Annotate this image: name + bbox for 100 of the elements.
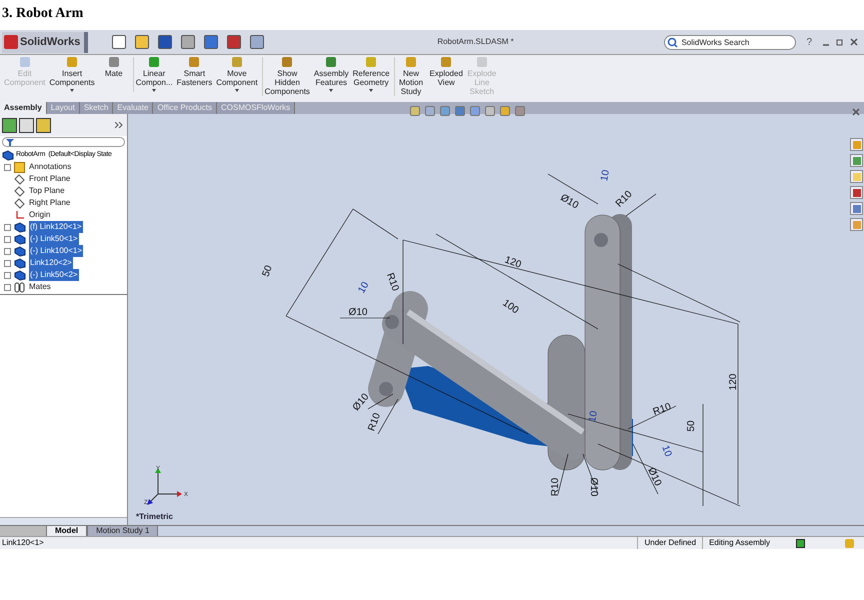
tool-icon: [366, 57, 376, 67]
dimension-label[interactable]: Ø10: [588, 478, 599, 496]
tree-item[interactable]: Top Plane: [28, 185, 66, 197]
command-button[interactable]: Reference Geometry: [350, 57, 392, 92]
expand-panel-icon[interactable]: [115, 122, 123, 128]
dimension-label[interactable]: Ø10: [558, 192, 580, 212]
dimension-label[interactable]: Ø10: [348, 307, 368, 318]
tree-item[interactable]: (-) Link50<1>: [29, 233, 79, 245]
horizontal-scrollbar[interactable]: [0, 517, 127, 525]
plane-icon: [14, 186, 25, 196]
dimension-label[interactable]: 100: [500, 298, 520, 316]
caret-icon: [152, 89, 156, 92]
dimension-label[interactable]: 120: [503, 254, 523, 271]
tool-icon: [189, 57, 200, 67]
command-button[interactable]: Smart Fasteners: [174, 57, 214, 87]
expand-icon[interactable]: [4, 236, 11, 242]
tool-icon: [441, 57, 452, 67]
plane-icon: [14, 174, 25, 184]
search-field[interactable]: SolidWorks Search: [664, 34, 796, 50]
expand-icon[interactable]: [4, 224, 11, 230]
command-button[interactable]: Assembly Features: [312, 57, 351, 92]
command-button[interactable]: Move Component: [214, 57, 260, 92]
tree-item[interactable]: Front Plane: [28, 173, 72, 185]
close-icon[interactable]: [852, 108, 860, 116]
caret-icon: [70, 89, 74, 92]
document-title: RobotArm.SLDASM *: [437, 36, 514, 48]
dimension-label[interactable]: Ø10: [645, 466, 664, 488]
task-pane-tab[interactable]: [850, 154, 863, 167]
app-logo[interactable]: SolidWorks: [2, 32, 88, 52]
caret-icon: [234, 89, 239, 92]
dimension-label[interactable]: 120: [728, 374, 739, 390]
part-icon: [14, 258, 26, 268]
tree-item[interactable]: Link120<2>: [29, 257, 73, 269]
tree-item[interactable]: (-) Link100<1>: [29, 245, 84, 257]
caret-icon: [329, 89, 334, 92]
tool-icon: [20, 57, 30, 67]
part-icon: [14, 270, 26, 280]
plane-icon: [14, 198, 25, 208]
task-pane-tab[interactable]: [850, 138, 863, 151]
command-tab[interactable]: Assembly: [0, 102, 47, 114]
tool-icon: [326, 57, 336, 67]
page-heading: 3. Robot Arm: [2, 6, 84, 21]
close-icon[interactable]: [850, 38, 858, 46]
command-button[interactable]: Mate: [96, 57, 131, 78]
dimension-label[interactable]: 10: [659, 444, 674, 458]
dimension-label[interactable]: R10: [384, 272, 401, 293]
tool-icon: [108, 57, 119, 67]
logo-icon: [4, 35, 18, 49]
task-pane-tab[interactable]: [850, 186, 863, 199]
dimension-label[interactable]: R10: [652, 401, 673, 418]
command-button[interactable]: Insert Components: [47, 57, 97, 92]
filter-icon: [6, 138, 14, 146]
tool-icon: [282, 57, 292, 67]
command-button[interactable]: New Motion Study: [394, 57, 428, 96]
tree-item[interactable]: (-) Link50<2>: [29, 269, 79, 281]
origin-icon: [14, 210, 25, 220]
mates-icon: [14, 282, 25, 292]
part-icon: [2, 150, 14, 160]
expand-icon[interactable]: [4, 248, 11, 254]
command-button[interactable]: Linear Compon...: [132, 57, 175, 92]
dimension-label[interactable]: 10: [599, 169, 612, 182]
model-tab[interactable]: Model: [46, 526, 88, 536]
configuration-tab[interactable]: [36, 118, 51, 132]
part-icon: [14, 222, 26, 232]
feature-tree-tab[interactable]: [2, 118, 17, 132]
axis-triad-drawing: [147, 468, 182, 505]
model-tab[interactable]: Motion Study 1: [87, 526, 158, 536]
expand-icon[interactable]: [4, 272, 11, 278]
status-text: Link120<1>: [2, 537, 44, 549]
tool-icon: [232, 57, 242, 67]
annotation-icon: [14, 162, 25, 172]
part-icon: [14, 246, 26, 256]
property-tab[interactable]: [19, 118, 34, 132]
logo-text: SolidWorks: [20, 34, 80, 50]
task-pane-tab[interactable]: [850, 218, 863, 231]
dimension-label[interactable]: 50: [260, 264, 275, 278]
dimension-label[interactable]: R10: [550, 478, 561, 496]
tree-item[interactable]: Origin: [28, 209, 52, 221]
dimension-label[interactable]: R10: [366, 412, 383, 433]
task-pane-tab[interactable]: [850, 202, 863, 215]
help-button[interactable]: ?: [804, 34, 814, 50]
command-button[interactable]: Exploded View: [428, 57, 465, 87]
tree-item[interactable]: Annotations: [28, 161, 72, 173]
dimension-label[interactable]: 50: [686, 420, 697, 432]
dimension-label[interactable]: 10: [356, 280, 372, 296]
tree-item[interactable]: (f) Link120<1>: [29, 221, 83, 233]
expand-icon[interactable]: [4, 260, 11, 266]
tree-item[interactable]: Right Plane: [28, 197, 72, 209]
task-pane-tab[interactable]: [850, 170, 863, 183]
tree-item[interactable]: Mates: [28, 281, 52, 293]
tool-icon: [149, 57, 160, 67]
dimension-label[interactable]: R10: [614, 188, 635, 210]
filter-field[interactable]: [2, 137, 125, 147]
tool-icon: [406, 57, 416, 67]
part-icon: [14, 234, 26, 244]
restore-icon[interactable]: [836, 38, 844, 46]
expand-icon[interactable]: [4, 164, 11, 170]
expand-icon[interactable]: [4, 284, 11, 290]
command-button[interactable]: Show Hidden Components: [262, 57, 312, 96]
tool-icon: [67, 57, 78, 67]
